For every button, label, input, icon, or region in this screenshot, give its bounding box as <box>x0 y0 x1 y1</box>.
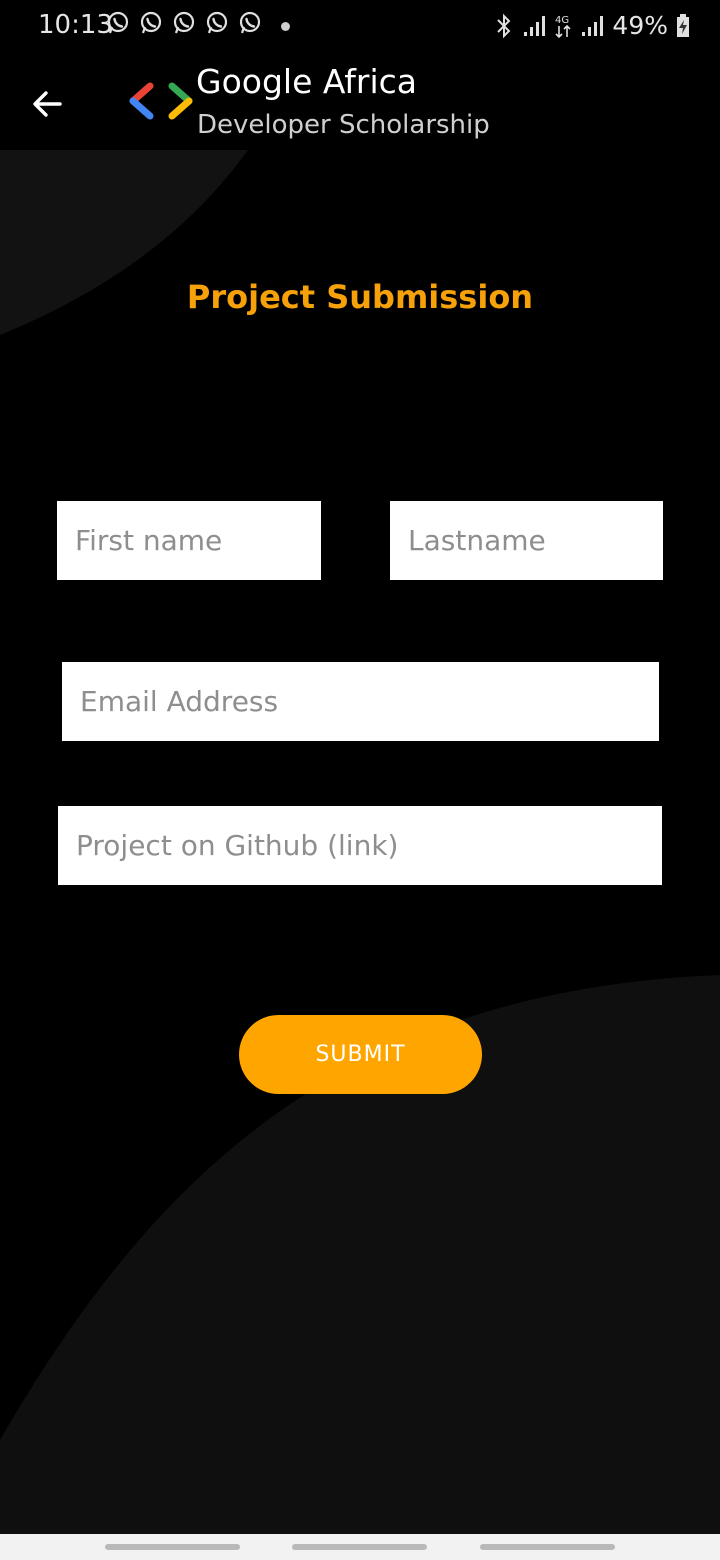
github-link-input[interactable] <box>58 806 662 885</box>
signal-icon <box>582 15 604 36</box>
more-notifications-dot <box>281 22 290 31</box>
whatsapp-icon <box>173 11 195 34</box>
submit-button[interactable]: SUBMIT <box>239 1015 482 1094</box>
last-name-input[interactable] <box>390 501 663 580</box>
email-input[interactable] <box>62 662 659 741</box>
whatsapp-icon <box>206 11 228 34</box>
nav-home[interactable] <box>292 1544 427 1550</box>
svg-text:4G: 4G <box>555 15 569 26</box>
whatsapp-icon <box>140 11 162 34</box>
status-time: 10:13 <box>38 10 113 40</box>
nav-back[interactable] <box>480 1544 615 1550</box>
app-title: Google Africa <box>196 62 417 101</box>
app-bar: Google Africa Developer Scholarship <box>0 54 720 150</box>
status-bar: 10:13 4G 49% <box>0 0 720 54</box>
first-name-input[interactable] <box>57 501 321 580</box>
background-shapes <box>0 150 720 1560</box>
bluetooth-icon <box>497 13 511 38</box>
whatsapp-icon <box>107 11 129 34</box>
status-right: 4G 49% <box>494 11 690 40</box>
app-subtitle: Developer Scholarship <box>197 110 490 140</box>
gdg-logo-icon <box>129 82 193 120</box>
page-title: Project Submission <box>186 278 534 316</box>
whatsapp-icon <box>239 11 261 34</box>
battery-charging-icon <box>677 13 689 37</box>
system-navigation-bar <box>0 1534 720 1560</box>
nav-recent-apps[interactable] <box>105 1544 240 1550</box>
signal-icon <box>524 15 546 36</box>
battery-percentage: 49% <box>612 11 668 40</box>
network-4g-icon: 4G <box>555 15 571 38</box>
notification-icons <box>106 11 262 35</box>
back-arrow-icon[interactable] <box>26 82 70 126</box>
